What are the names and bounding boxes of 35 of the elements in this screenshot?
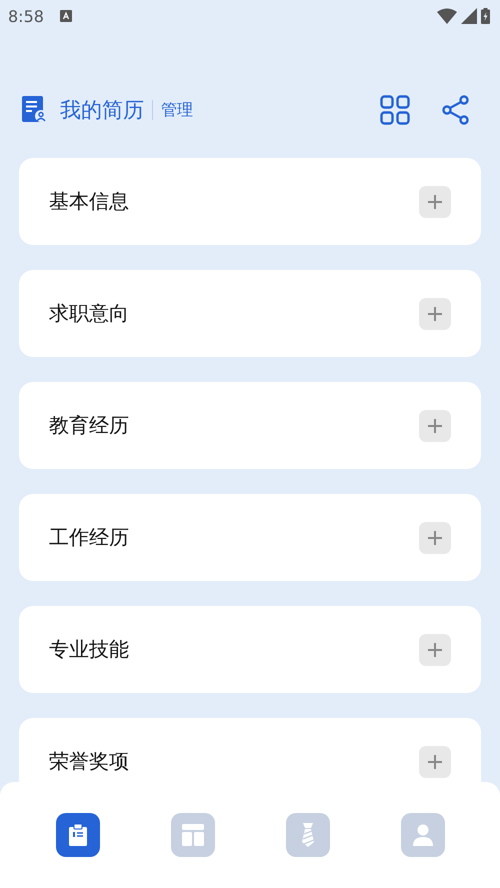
add-button[interactable] (419, 522, 451, 554)
section-card[interactable]: 荣誉奖项 (19, 718, 481, 782)
section-label: 专业技能 (49, 636, 129, 663)
add-button[interactable] (419, 634, 451, 666)
tab-clipboard-icon[interactable] (56, 813, 100, 857)
wifi-icon (437, 8, 457, 24)
page-title: 我的简历 (60, 97, 144, 124)
plus-icon (428, 194, 442, 208)
section-label: 工作经历 (49, 524, 129, 551)
plus-icon (428, 754, 442, 768)
resume-icon (22, 96, 48, 124)
section-card[interactable]: 工作经历 (19, 494, 481, 581)
status-time: 8:58 (8, 6, 44, 26)
plus-icon (428, 306, 442, 320)
plus-icon (428, 642, 442, 656)
section-card[interactable]: 教育经历 (19, 382, 481, 469)
keyboard-indicator-icon (60, 10, 72, 22)
section-card[interactable]: 求职意向 (19, 270, 481, 357)
add-button[interactable] (419, 746, 451, 778)
plus-icon (428, 530, 442, 544)
section-card[interactable]: 基本信息 (19, 158, 481, 245)
grid-icon[interactable] (380, 95, 410, 125)
signal-icon (461, 8, 477, 24)
section-label: 荣誉奖项 (49, 748, 129, 775)
add-button[interactable] (419, 186, 451, 218)
add-button[interactable] (419, 298, 451, 330)
section-label: 求职意向 (49, 300, 129, 327)
battery-icon (481, 8, 490, 24)
section-label: 基本信息 (49, 188, 129, 215)
manage-link[interactable]: 管理 (161, 100, 193, 120)
plus-icon (428, 418, 442, 432)
share-icon[interactable] (442, 95, 470, 125)
add-button[interactable] (419, 410, 451, 442)
section-label: 教育经历 (49, 412, 129, 439)
section-card[interactable]: 专业技能 (19, 606, 481, 693)
